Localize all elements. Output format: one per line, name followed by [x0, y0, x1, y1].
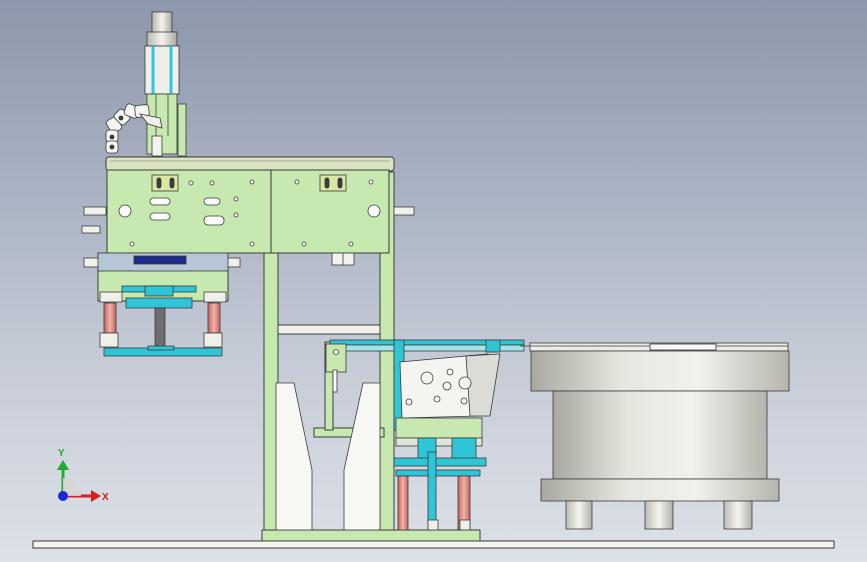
y-axis-label: Y [58, 448, 65, 459]
base-plate [32, 540, 835, 549]
feeder-block [399, 353, 501, 419]
cad-model-canvas[interactable]: Y X [0, 0, 867, 562]
x-axis-label: X [102, 492, 109, 503]
vertical-actuator [144, 11, 187, 157]
lift-table [393, 417, 487, 531]
axis-triad [57, 460, 101, 502]
bowl-feeder [520, 342, 790, 530]
cad-viewport[interactable]: Y X [0, 0, 867, 562]
